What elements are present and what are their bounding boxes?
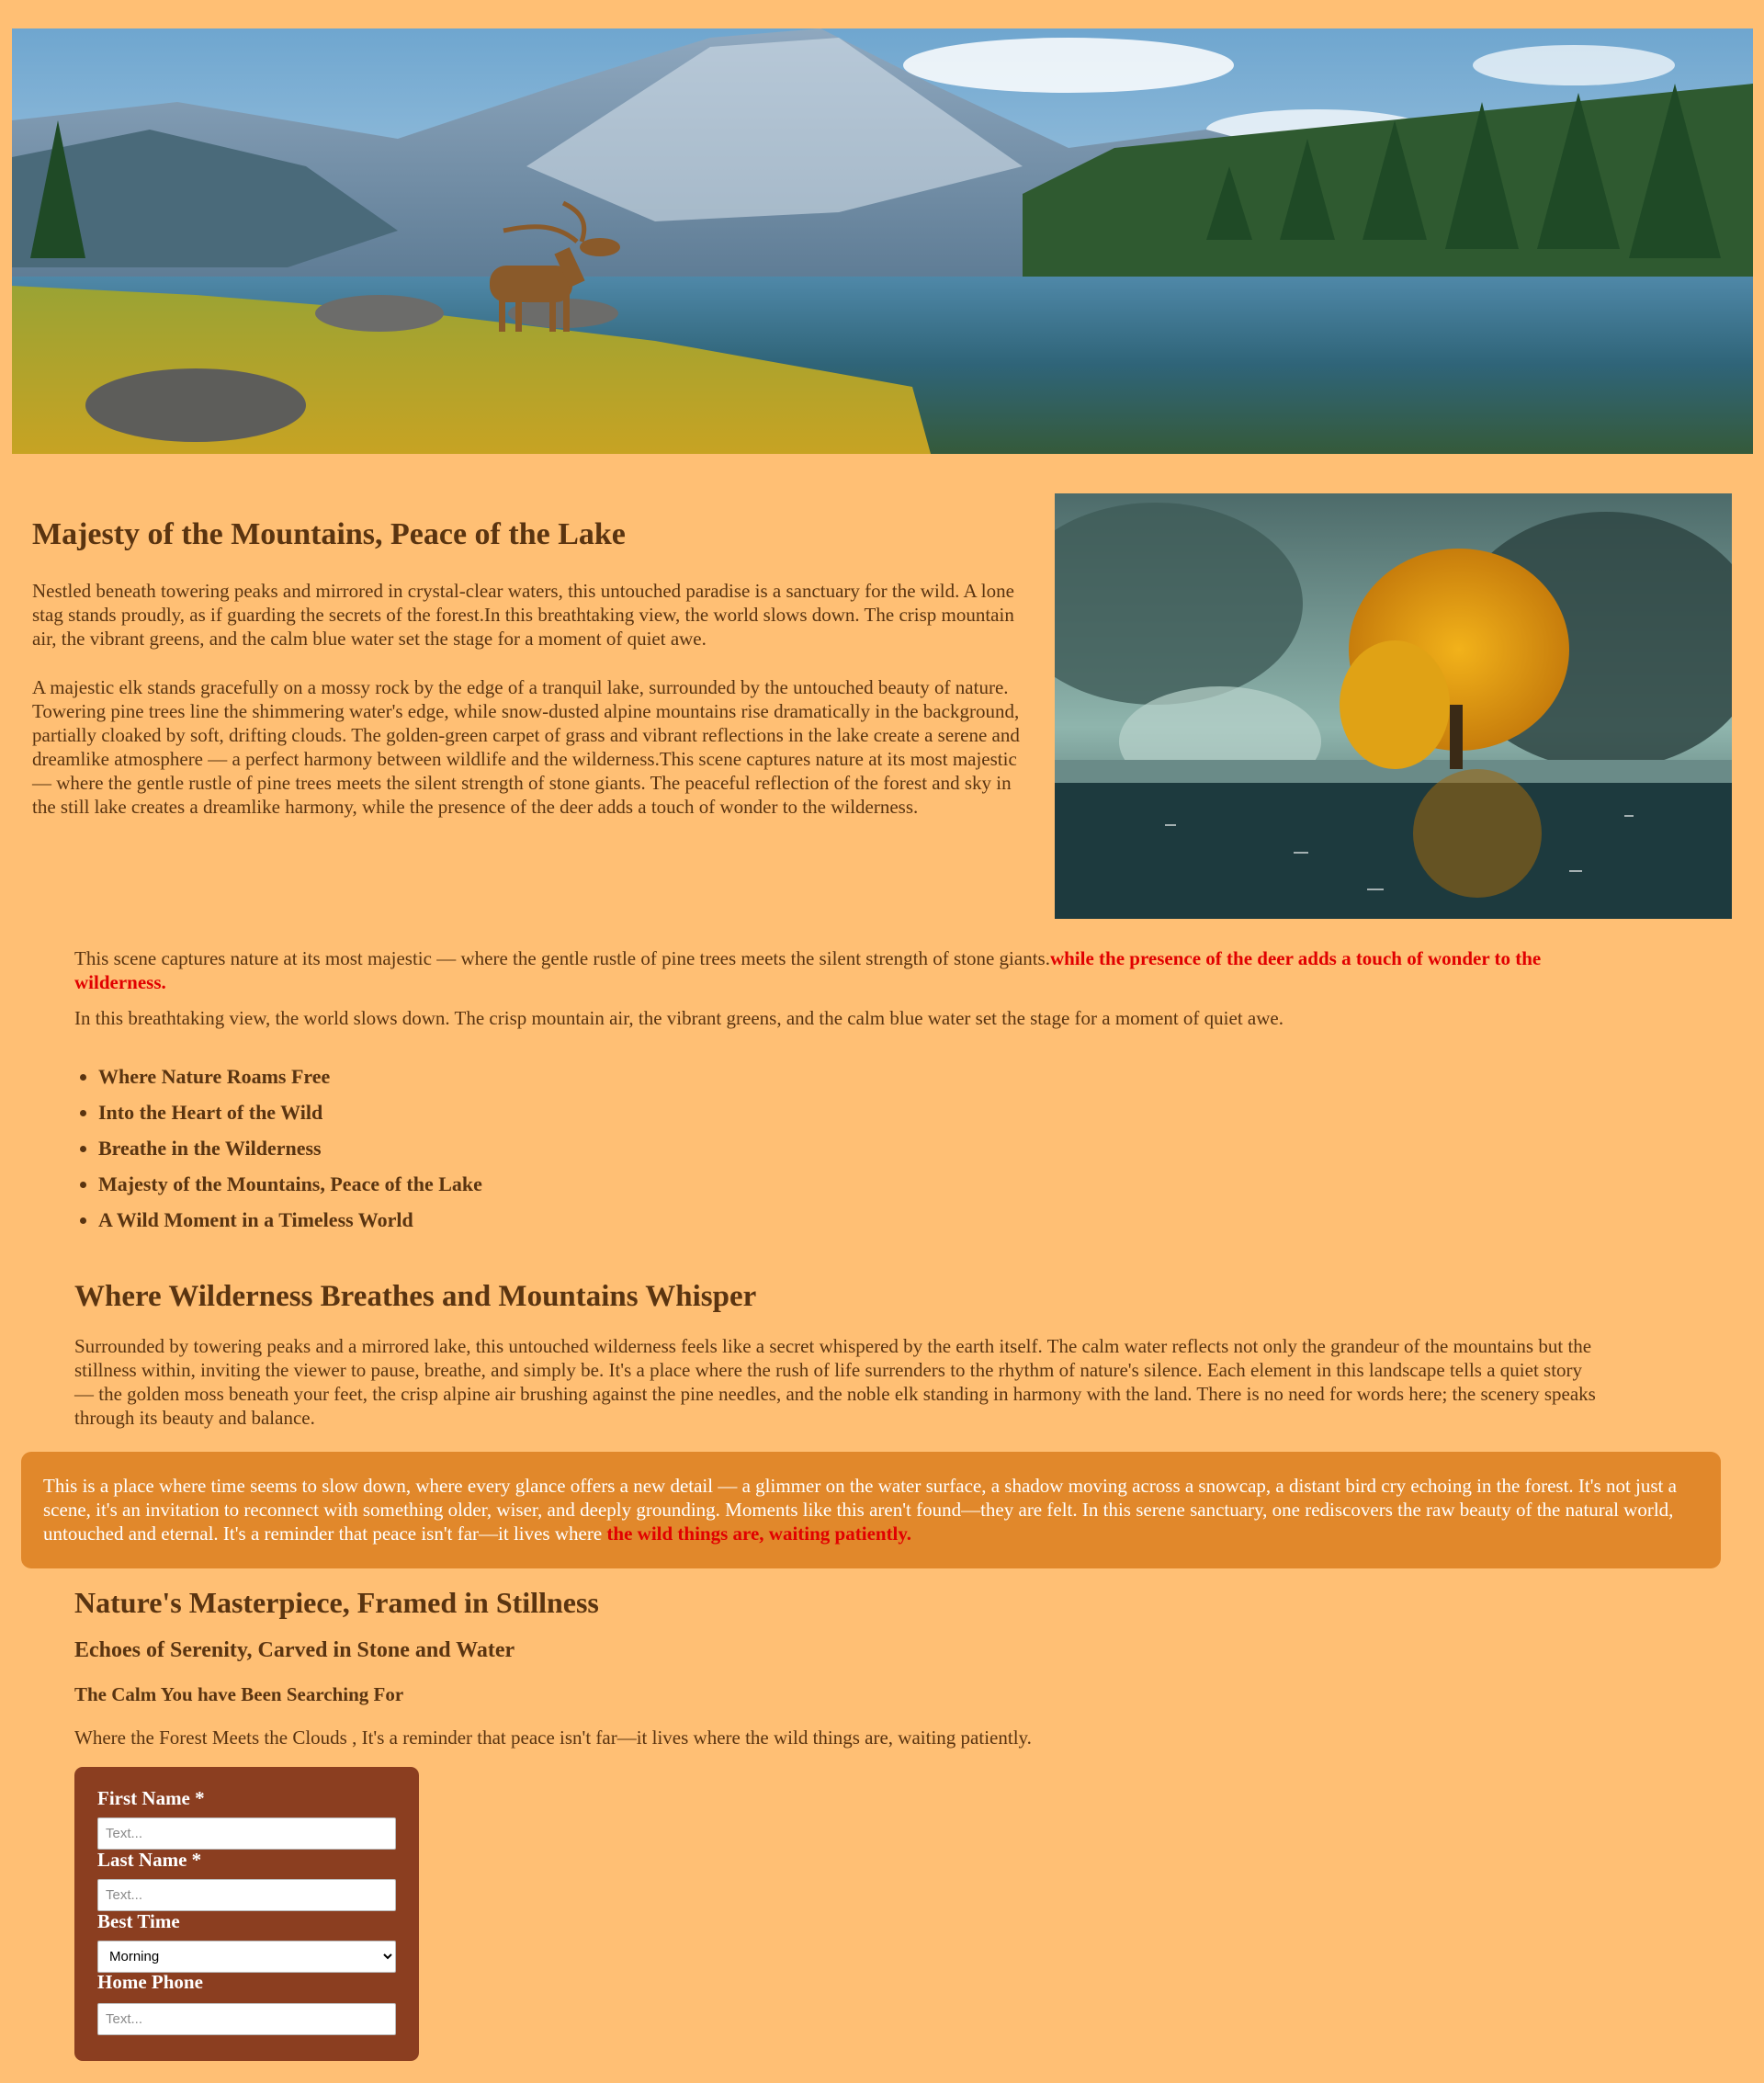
best-time-select[interactable]: Morning	[97, 1941, 396, 1973]
scene-text: This scene captures nature at its most m…	[74, 947, 1050, 969]
callout-paragraph: This is a place where time seems to slow…	[43, 1452, 1699, 1545]
masterpiece-heading: Nature's Masterpiece, Framed in Stillnes…	[74, 1586, 599, 1619]
contact-form: First Name * Last Name * Best Time Morni…	[74, 1767, 419, 2061]
callout-highlight: the wild things are, waiting patiently.	[606, 1523, 911, 1545]
hero-banner-image	[12, 28, 1753, 454]
golden-willow-lake-image	[1055, 493, 1732, 919]
last-name-label: Last Name *	[97, 1849, 202, 1871]
intro-paragraph: Nestled beneath towering peaks and mirro…	[32, 580, 1014, 650]
list-item: Breathe in the Wilderness	[98, 1133, 482, 1169]
golden-willow-illustration	[1055, 493, 1732, 919]
callout-box: This is a place where time seems to slow…	[21, 1452, 1721, 1568]
list-item: A Wild Moment in a Timeless World	[98, 1205, 482, 1240]
view-paragraph: In this breathtaking view, the world slo…	[74, 1007, 1283, 1029]
highlights-list: Where Nature Roams Free Into the Heart o…	[74, 1061, 482, 1240]
scene-paragraph: This scene captures nature at its most m…	[74, 946, 1581, 994]
mountain-lake-elk-illustration	[12, 28, 1753, 454]
home-phone-input[interactable]	[97, 2003, 396, 2035]
list-item: Majesty of the Mountains, Peace of the L…	[98, 1169, 482, 1205]
best-time-label: Best Time	[97, 1910, 180, 1932]
first-name-label: First Name *	[97, 1787, 205, 1809]
home-phone-label: Home Phone	[97, 1971, 203, 1993]
first-name-input[interactable]	[97, 1817, 396, 1850]
wilderness-heading: Where Wilderness Breathes and Mountains …	[74, 1280, 757, 1313]
echoes-heading: Echoes of Serenity, Carved in Stone and …	[74, 1638, 515, 1662]
wilderness-paragraph: Surrounded by towering peaks and a mirro…	[74, 1335, 1596, 1429]
list-item: Into the Heart of the Wild	[98, 1097, 482, 1133]
calm-heading: The Calm You have Been Searching For	[74, 1683, 404, 1705]
intro-heading: Majesty of the Mountains, Peace of the L…	[32, 517, 626, 551]
last-name-input[interactable]	[97, 1879, 396, 1911]
forest-paragraph: Where the Forest Meets the Clouds , It's…	[74, 1726, 1032, 1749]
list-item: Where Nature Roams Free	[98, 1061, 482, 1097]
intro-paragraph-elk: A majestic elk stands gracefully on a mo…	[32, 676, 1020, 818]
